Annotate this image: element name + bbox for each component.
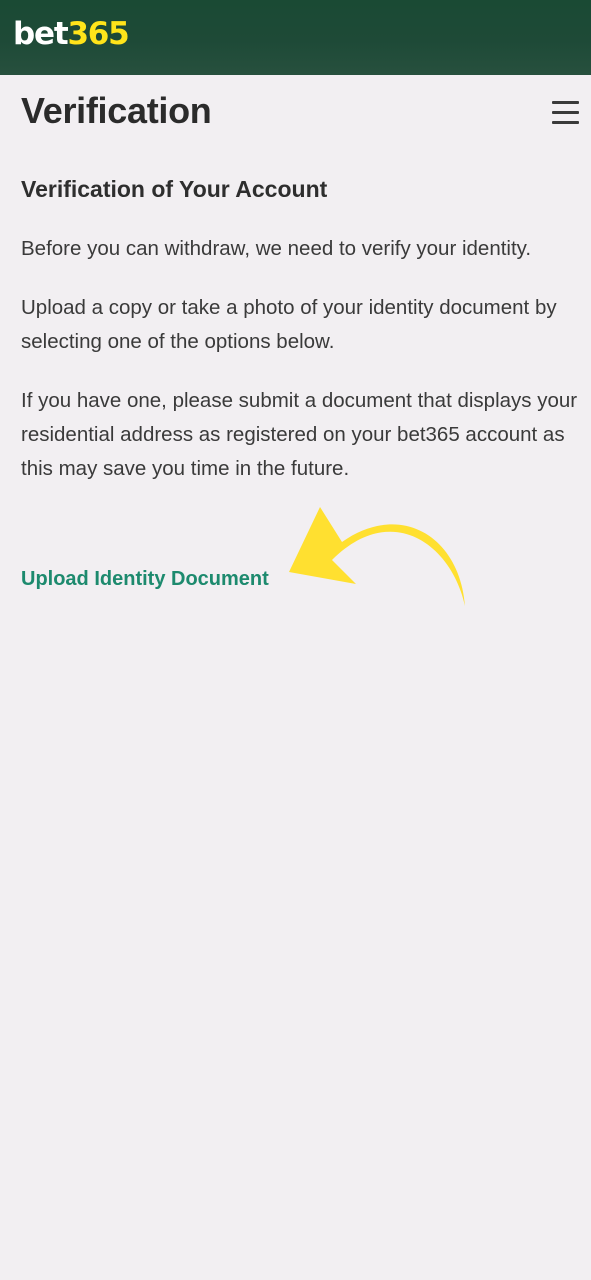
menu-bar-line <box>552 111 579 114</box>
upload-instructions-text: Upload a copy or take a photo of your id… <box>21 296 557 353</box>
menu-bar-line <box>552 101 579 104</box>
section-title: Verification of Your Account <box>21 176 328 202</box>
page-title: Verification <box>21 90 212 131</box>
bet365-logo[interactable]: bet365 <box>13 14 130 54</box>
address-document-text: If you have one, please submit a documen… <box>21 389 578 480</box>
menu-bar-line <box>552 121 579 124</box>
hamburger-menu-icon[interactable] <box>548 99 582 127</box>
arrow-shape <box>289 507 465 606</box>
upload-identity-document-link[interactable]: Upload Identity Document <box>21 564 269 594</box>
withdraw-info-text: Before you can withdraw, we need to veri… <box>21 237 532 260</box>
top-header-bar: bet365 <box>0 0 591 75</box>
